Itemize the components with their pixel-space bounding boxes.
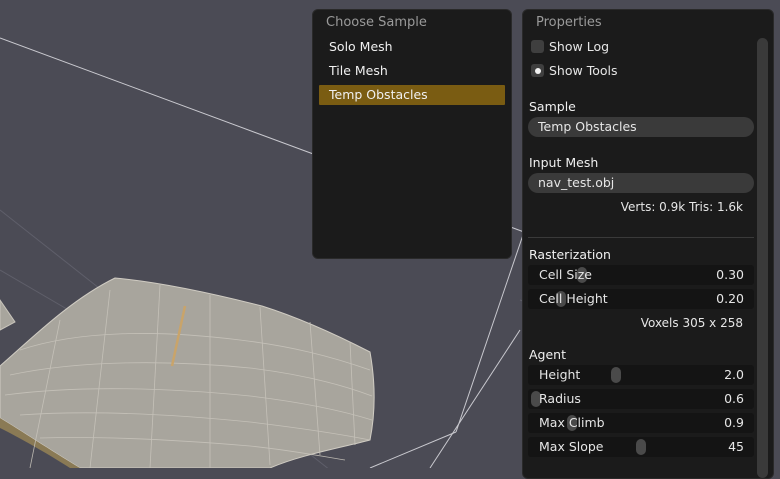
rasterization-heading: Rasterization bbox=[529, 247, 611, 262]
sample-heading: Sample bbox=[529, 99, 576, 114]
properties-scrollbar[interactable] bbox=[757, 38, 768, 478]
agent-heading: Agent bbox=[529, 347, 566, 362]
terrain-mesh bbox=[0, 277, 375, 468]
show-log-box bbox=[531, 40, 544, 53]
show-tools-box bbox=[531, 64, 544, 77]
sample-option-temp-obstacles[interactable]: Temp Obstacles bbox=[319, 85, 505, 105]
cell-size-slider[interactable]: Cell Size 0.30 bbox=[528, 265, 754, 285]
mesh-stats: Verts: 0.9k Tris: 1.6k bbox=[620, 200, 743, 214]
sample-option-solo-mesh[interactable]: Solo Mesh bbox=[319, 37, 505, 57]
agent-radius-value: 0.6 bbox=[724, 391, 744, 406]
show-log-label: Show Log bbox=[549, 39, 610, 54]
sample-field[interactable]: Temp Obstacles bbox=[528, 117, 754, 137]
checked-dot-icon bbox=[535, 68, 541, 74]
max-climb-label: Max Climb bbox=[539, 415, 605, 430]
slider-knob[interactable] bbox=[610, 367, 621, 383]
max-climb-slider[interactable]: Max Climb 0.9 bbox=[528, 413, 754, 433]
choose-sample-panel: Choose Sample Solo Mesh Tile Mesh Temp O… bbox=[312, 9, 512, 259]
agent-radius-label: Radius bbox=[539, 391, 581, 406]
slider-knob[interactable] bbox=[636, 439, 646, 455]
properties-title: Properties bbox=[536, 15, 602, 30]
cell-height-slider[interactable]: Cell Height 0.20 bbox=[528, 289, 754, 309]
choose-sample-title: Choose Sample bbox=[326, 15, 427, 30]
show-tools-label: Show Tools bbox=[549, 63, 618, 78]
cell-size-label: Cell Size bbox=[539, 267, 592, 282]
input-mesh-field[interactable]: nav_test.obj bbox=[528, 173, 754, 193]
voxels-info: Voxels 305 x 258 bbox=[640, 316, 743, 330]
cell-height-label: Cell Height bbox=[539, 291, 608, 306]
agent-radius-slider[interactable]: Radius 0.6 bbox=[528, 389, 754, 409]
agent-height-value: 2.0 bbox=[724, 367, 744, 382]
properties-panel: Properties Show Log Show Tools Sample Te… bbox=[522, 9, 774, 479]
agent-height-label: Height bbox=[539, 367, 581, 382]
agent-height-slider[interactable]: Height 2.0 bbox=[528, 365, 754, 385]
cell-size-value: 0.30 bbox=[716, 267, 744, 282]
max-slope-slider[interactable]: Max Slope 45 bbox=[528, 437, 754, 457]
sample-option-tile-mesh[interactable]: Tile Mesh bbox=[319, 61, 505, 81]
input-mesh-heading: Input Mesh bbox=[529, 155, 599, 170]
cell-height-value: 0.20 bbox=[716, 291, 744, 306]
max-slope-label: Max Slope bbox=[539, 439, 604, 454]
max-climb-value: 0.9 bbox=[724, 415, 744, 430]
max-slope-value: 45 bbox=[728, 439, 744, 454]
divider bbox=[528, 237, 754, 238]
